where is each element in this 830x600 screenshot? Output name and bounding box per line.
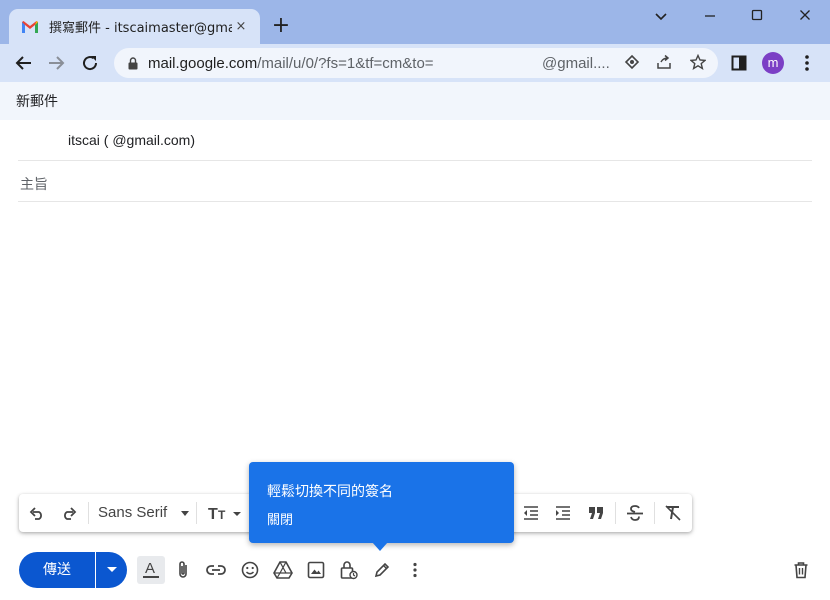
insert-photo-icon[interactable]	[303, 557, 329, 583]
new-tab-button[interactable]: +	[268, 14, 294, 40]
url-path: /mail/u/0/?fs=1&tf=cm&to=	[257, 54, 434, 72]
lens-icon[interactable]	[624, 54, 640, 74]
tab-close-icon[interactable]: ×	[232, 19, 250, 34]
google-drive-icon[interactable]	[270, 557, 296, 583]
emoji-icon[interactable]	[237, 557, 263, 583]
lock-icon[interactable]	[128, 56, 138, 70]
more-options-icon[interactable]	[402, 557, 428, 583]
subject-field[interactable]: 主旨	[18, 161, 812, 202]
tooltip-close-button[interactable]: 關閉	[267, 509, 293, 528]
compose-title: 新郵件	[0, 82, 830, 120]
redo-icon[interactable]	[56, 500, 82, 526]
gmail-icon	[22, 20, 38, 33]
signature-tooltip: 輕鬆切換不同的簽名 關閉	[249, 462, 514, 543]
strikethrough-icon[interactable]	[622, 500, 648, 526]
close-window-icon[interactable]	[790, 6, 820, 28]
chevron-down-icon	[106, 567, 117, 572]
bookmark-star-icon[interactable]	[689, 53, 707, 74]
svg-text:T: T	[218, 508, 226, 522]
divider	[615, 502, 616, 524]
recipients-row[interactable]: itscai ( @gmail.com)	[18, 120, 812, 161]
side-panel-icon[interactable]	[726, 50, 752, 76]
tooltip-arrow	[372, 542, 388, 551]
chevron-down-icon[interactable]	[181, 511, 189, 516]
subject-placeholder: 主旨	[20, 177, 48, 193]
forward-icon[interactable]	[44, 50, 70, 76]
browser-tab[interactable]: 撰寫郵件 - itscaimaster@gmail.com ×	[9, 9, 260, 44]
url-host: mail.google.com	[148, 54, 258, 72]
divider	[88, 502, 89, 524]
tab-search-icon[interactable]	[646, 6, 676, 28]
tab-strip: 撰寫郵件 - itscaimaster@gmail.com × +	[0, 0, 830, 44]
formatting-options-icon[interactable]: A	[138, 557, 164, 583]
url-tail: @gmail....	[542, 55, 610, 72]
confidential-mode-icon[interactable]	[336, 557, 362, 583]
url-text: mail.google.com/mail/u/0/?fs=1&tf=cm&to=	[148, 55, 434, 72]
svg-text:T: T	[208, 506, 218, 522]
undo-icon[interactable]	[24, 500, 50, 526]
divider	[196, 502, 197, 524]
minimize-icon[interactable]	[695, 6, 725, 28]
recipient-chip[interactable]: itscai ( @gmail.com)	[68, 132, 195, 148]
send-button[interactable]: 傳送	[19, 552, 95, 588]
maximize-icon[interactable]	[742, 6, 772, 28]
indent-less-icon[interactable]	[518, 500, 544, 526]
indent-more-icon[interactable]	[550, 500, 576, 526]
send-options-button[interactable]	[96, 552, 127, 588]
share-icon[interactable]	[656, 54, 672, 74]
address-bar[interactable]: mail.google.com/mail/u/0/?fs=1&tf=cm&to=…	[114, 48, 718, 78]
divider	[654, 502, 655, 524]
font-family-select[interactable]: Sans Serif	[98, 504, 167, 521]
tooltip-title: 輕鬆切換不同的簽名	[267, 484, 393, 500]
font-size-icon[interactable]: TT	[205, 500, 245, 526]
back-icon[interactable]	[10, 50, 36, 76]
clear-formatting-icon[interactable]	[660, 500, 686, 526]
insert-link-icon[interactable]	[203, 557, 229, 583]
quote-icon[interactable]	[583, 500, 609, 526]
discard-draft-icon[interactable]	[788, 557, 814, 583]
tab-title: 撰寫郵件 - itscaimaster@gmail.com	[49, 21, 232, 36]
browser-menu-icon[interactable]	[794, 50, 820, 76]
signature-pen-icon[interactable]	[369, 557, 395, 583]
message-body[interactable]	[18, 203, 812, 488]
profile-avatar[interactable]: m	[762, 52, 784, 74]
reload-icon[interactable]	[77, 50, 103, 76]
svg-text:A: A	[145, 560, 155, 577]
attach-file-icon[interactable]	[170, 557, 196, 583]
